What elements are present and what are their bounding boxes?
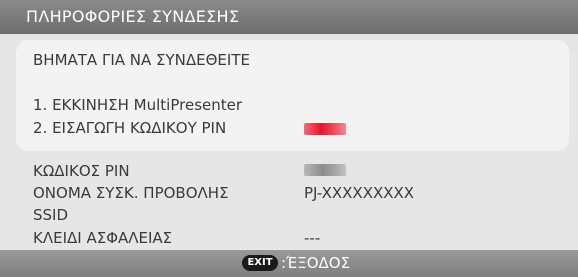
pin-label: ΚΩΔΙΚΟΣ PIN: [33, 162, 130, 180]
steps-heading: ΒΗΜΑΤΑ ΓΙΑ ΝΑ ΣΥΝΔΕΘΕΙΤΕ: [33, 51, 250, 69]
exit-label: :ΈΞΟΔΟΣ: [281, 254, 351, 272]
dialog-title: ΠΛΗΡΟΦΟΡΙΕΣ ΣΥΝΔΕΣΗΣ: [0, 0, 578, 34]
footer-bar: EXIT :ΈΞΟΔΟΣ: [0, 250, 578, 277]
exit-button[interactable]: EXIT: [242, 255, 278, 271]
projector-name-label: ΟΝΟΜΑ ΣΥΣΚ. ΠΡΟΒΟΛΗΣ: [33, 184, 229, 202]
pin-code-masked: [304, 164, 346, 176]
security-key-value: ---: [304, 229, 321, 247]
dialog-content: ΒΗΜΑΤΑ ΓΙΑ ΝΑ ΣΥΝΔΕΘΕΙΤΕ 1. ΕΚΚΙΝΗΣΗ Mul…: [0, 34, 578, 252]
connection-info-dialog: ΠΛΗΡΟΦΟΡΙΕΣ ΣΥΝΔΕΣΗΣ ΒΗΜΑΤΑ ΓΙΑ ΝΑ ΣΥΝΔΕ…: [0, 0, 578, 277]
security-key-label: ΚΛΕΙΔΙ ΑΣΦΑΛΕΙΑΣ: [33, 229, 173, 247]
step-1-start-multipresenter: 1. ΕΚΚΙΝΗΣΗ MultiPresenter: [33, 96, 243, 114]
pin-code-highlighted: [304, 123, 346, 135]
projector-name-value: PJ-XXXXXXXXX: [304, 184, 415, 202]
step-2-enter-pin: 2. ΕΙΣΑΓΩΓΗ ΚΩΔΙΚΟΥ PIN: [33, 119, 227, 137]
ssid-label: SSID: [33, 206, 69, 224]
